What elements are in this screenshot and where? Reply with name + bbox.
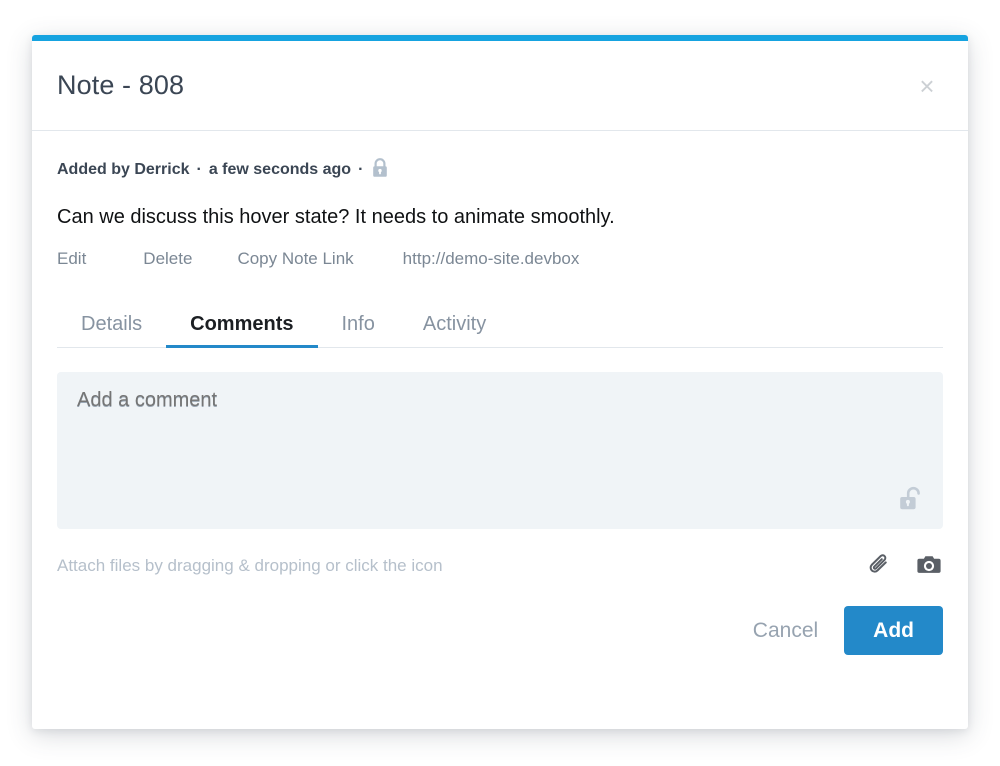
tab-details[interactable]: Details	[57, 314, 166, 347]
note-author: Added by Derrick	[57, 162, 189, 178]
note-url-link[interactable]: http://demo-site.devbox	[403, 250, 580, 267]
camera-icon[interactable]	[915, 552, 943, 578]
dialog-footer: Cancel Add	[57, 606, 943, 655]
attachment-row: Attach files by dragging & dropping or c…	[57, 550, 943, 580]
close-icon[interactable]: ×	[910, 69, 944, 103]
unlock-icon[interactable]	[896, 484, 926, 516]
dialog-header: Note - 808 ×	[32, 41, 968, 131]
tab-info[interactable]: Info	[318, 314, 399, 347]
meta-separator-2: ·	[358, 162, 363, 178]
copy-note-link[interactable]: Copy Note Link	[237, 250, 353, 267]
add-button[interactable]: Add	[844, 606, 943, 655]
cancel-button[interactable]: Cancel	[753, 620, 818, 641]
page-background: Note - 808 × Added by Derrick · a few se…	[0, 0, 1000, 766]
meta-separator-1: ·	[196, 162, 201, 178]
tab-activity[interactable]: Activity	[399, 314, 510, 347]
tab-bar: Details Comments Info Activity	[57, 298, 943, 348]
comment-input[interactable]	[57, 372, 943, 529]
note-dialog: Note - 808 × Added by Derrick · a few se…	[32, 35, 968, 729]
comment-input-container[interactable]: Add a comment	[57, 372, 943, 529]
lock-closed-icon	[370, 157, 390, 183]
delete-link[interactable]: Delete	[143, 250, 192, 267]
tab-comments[interactable]: Comments	[166, 314, 317, 347]
page-title: Note - 808	[57, 72, 184, 99]
note-body-text: Can we discuss this hover state? It need…	[57, 204, 943, 230]
paperclip-icon[interactable]	[866, 552, 894, 578]
note-timestamp: a few seconds ago	[209, 162, 351, 178]
dialog-body: Added by Derrick · a few seconds ago · C…	[32, 131, 968, 729]
note-action-links: Edit Delete Copy Note Link http://demo-s…	[57, 250, 943, 267]
attachment-hint: Attach files by dragging & dropping or c…	[57, 557, 443, 574]
attachment-icons	[866, 552, 943, 578]
note-meta: Added by Derrick · a few seconds ago ·	[57, 157, 943, 183]
edit-link[interactable]: Edit	[57, 250, 86, 267]
